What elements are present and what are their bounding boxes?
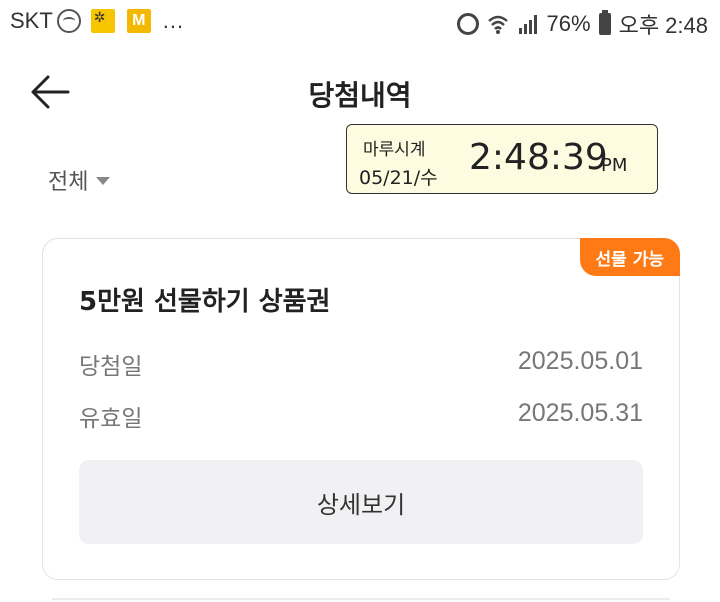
battery-percent: 76% <box>546 11 591 36</box>
filter-dropdown[interactable]: 전체 <box>48 164 111 196</box>
status-time: 오후 2:48 <box>618 13 708 38</box>
next-card-edge <box>52 598 670 602</box>
clock-date: 05/21/수 <box>359 167 438 189</box>
wifi-icon <box>487 15 508 34</box>
win-date-value: 2025.05.01 <box>517 347 643 375</box>
carrier-label: SKT <box>10 8 53 33</box>
clock-name: 마루시계 <box>363 140 426 160</box>
win-date-label: 당첨일 <box>79 354 143 380</box>
page-title: 당첨내역 <box>308 79 412 112</box>
signal-icon <box>518 15 537 34</box>
prize-card: 선물 가능 5만원 선물하기 상품권 당첨일 2025.05.01 유효일 20… <box>42 238 680 580</box>
clock-time: 2:48:39 <box>469 137 608 178</box>
gift-available-badge: 선물 가능 <box>579 238 680 276</box>
caret-down-icon <box>96 177 111 185</box>
expiry-date-row: 유효일 2025.05.31 <box>79 399 643 433</box>
app-header: 당첨내역 <box>0 60 720 124</box>
expiry-date-label: 유효일 <box>79 406 143 432</box>
prize-title: 5만원 선물하기 상품권 <box>79 287 331 317</box>
win-date-row: 당첨일 2025.05.01 <box>79 347 643 381</box>
status-bar: SKT ✲ M ... 76% 오후 2:48 <box>0 0 720 44</box>
soccer-ball-icon <box>56 9 81 33</box>
filter-label: 전체 <box>48 170 89 195</box>
battery-icon <box>598 10 611 35</box>
alarm-icon <box>456 13 479 35</box>
clock-overlay: 마루시계 05/21/수 2:48:39 PM <box>346 124 658 194</box>
app-notification-icon: ✲ <box>90 9 115 33</box>
status-bar-right: 76% 오후 2:48 <box>456 8 708 40</box>
clock-ampm: PM <box>601 155 628 176</box>
more-notifications: ... <box>162 8 185 33</box>
m-app-icon: M <box>126 9 151 33</box>
status-bar-left: SKT ✲ M ... <box>10 8 184 34</box>
view-details-button[interactable]: 상세보기 <box>79 460 643 544</box>
expiry-date-value: 2025.05.31 <box>517 399 643 427</box>
